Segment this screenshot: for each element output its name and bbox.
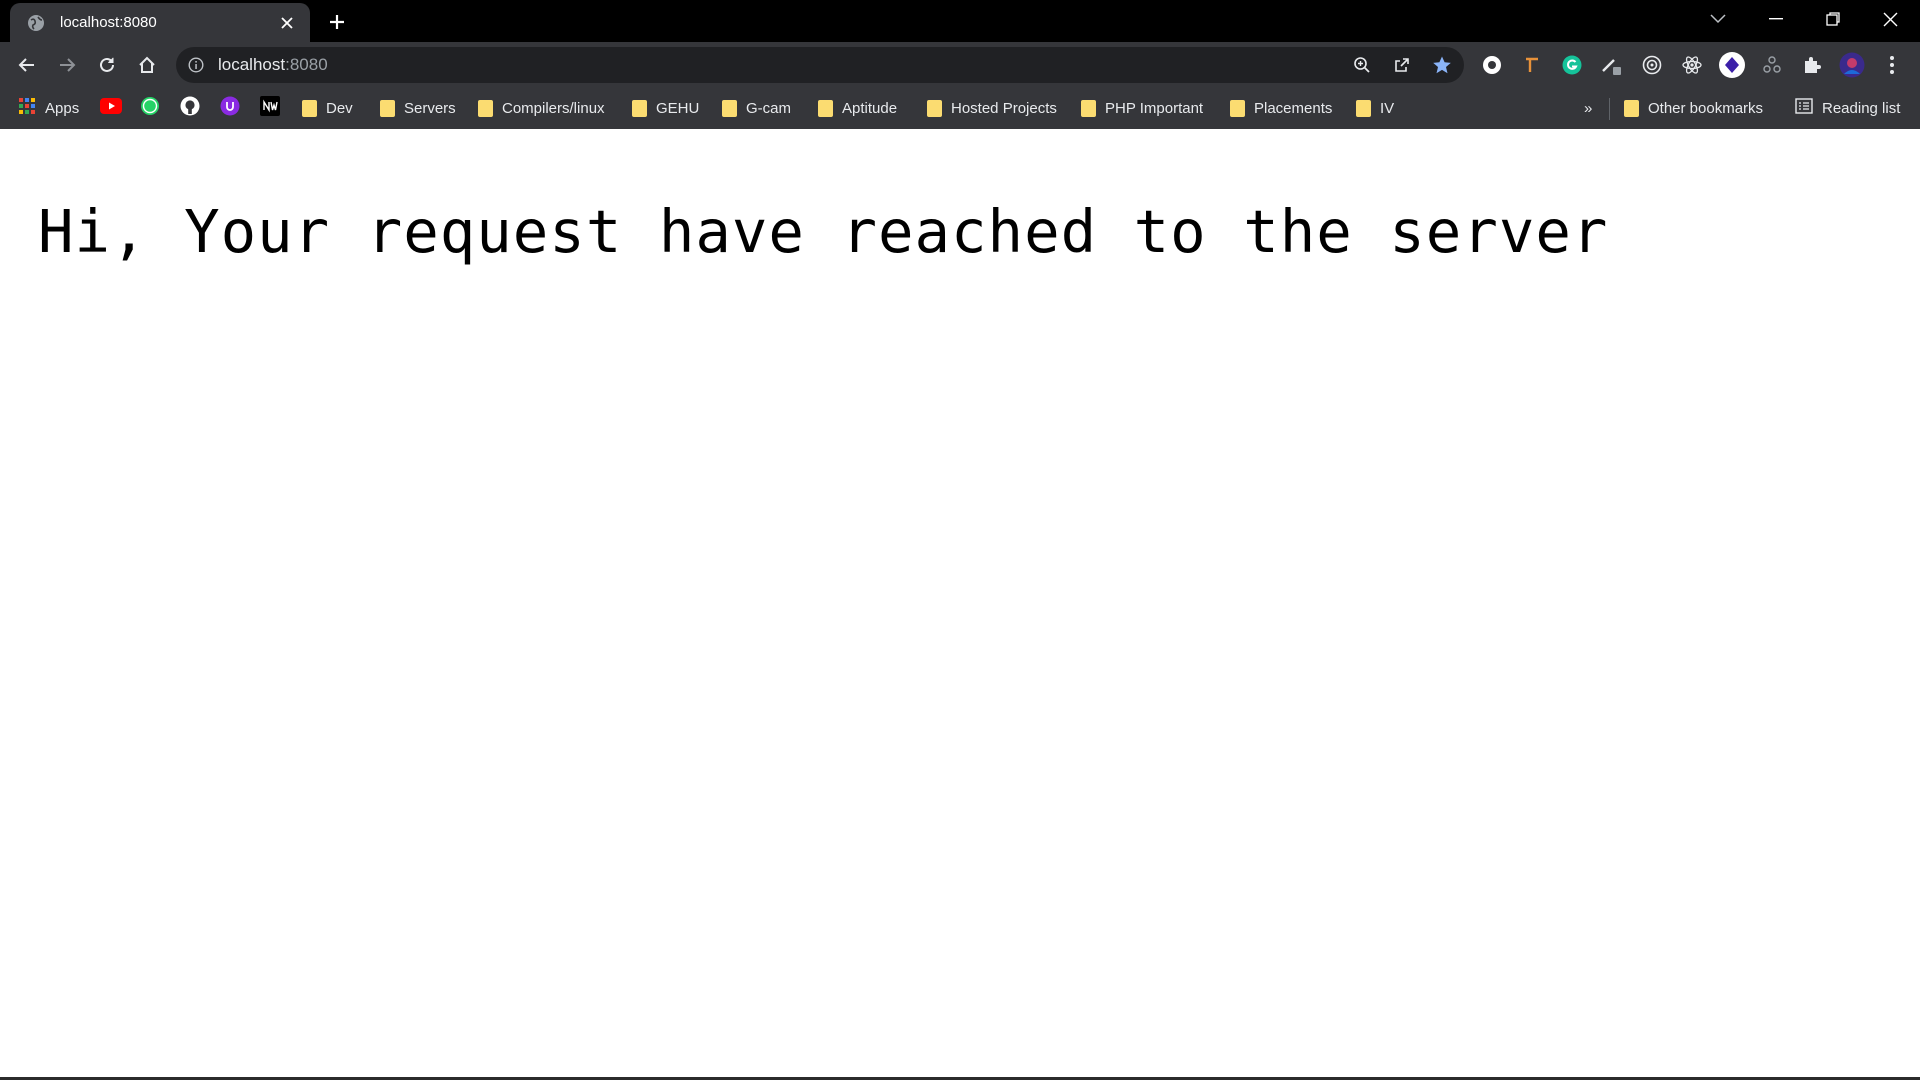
reading-list-label: Reading list xyxy=(1822,99,1901,117)
minimize-icon[interactable] xyxy=(1748,0,1804,38)
server-response-message: Hi, Your request have reached to the ser… xyxy=(38,197,1609,266)
new-tab-button[interactable] xyxy=(320,8,354,36)
bookmark-folder-label: Servers xyxy=(404,99,456,117)
extension-tag-icon[interactable] xyxy=(1518,51,1546,79)
github-icon xyxy=(180,96,200,121)
menu-kebab-icon[interactable] xyxy=(1878,51,1906,79)
url-port: :8080 xyxy=(285,55,328,74)
folder-icon xyxy=(380,99,395,117)
bookmarks-divider xyxy=(1609,98,1610,120)
bookmark-apps-label: Apps xyxy=(45,99,80,117)
bookmark-folder-label: G-cam xyxy=(746,99,791,117)
grammarly-icon[interactable] xyxy=(1558,51,1586,79)
bookmark-folder-dev[interactable]: Dev xyxy=(302,96,353,120)
u-logo-icon xyxy=(220,96,240,121)
youtube-icon xyxy=(100,97,122,119)
folder-icon xyxy=(632,99,647,117)
folder-icon xyxy=(722,99,737,117)
browser-chrome: localhost:8080 localhost:8080 Apps Dev S… xyxy=(0,0,1920,129)
extension-circle-icon[interactable] xyxy=(1478,51,1506,79)
bookmark-whatsapp[interactable] xyxy=(140,96,160,120)
bookmark-folder-label: GEHU xyxy=(656,99,700,117)
tab-title: localhost:8080 xyxy=(60,14,157,31)
close-window-icon[interactable] xyxy=(1862,0,1918,38)
bookmark-folder-label: Hosted Projects xyxy=(951,99,1057,117)
react-devtools-icon[interactable] xyxy=(1678,51,1706,79)
restore-icon[interactable] xyxy=(1805,0,1861,38)
site-info-icon[interactable] xyxy=(186,55,206,75)
bookmarks-overflow-button[interactable]: » xyxy=(1584,96,1592,120)
bookmark-u-logo[interactable] xyxy=(220,96,240,120)
other-bookmarks-label: Other bookmarks xyxy=(1648,99,1764,117)
target-extension-icon[interactable] xyxy=(1638,51,1666,79)
toolbar: localhost:8080 xyxy=(0,42,1920,88)
forward-arrow-icon[interactable] xyxy=(51,49,83,81)
folder-icon xyxy=(1624,99,1639,117)
bookmark-hashnode[interactable] xyxy=(260,95,280,121)
whatsapp-icon xyxy=(140,96,160,121)
bookmark-folder-gehu[interactable]: GEHU xyxy=(632,96,699,120)
bookmark-folder-placements[interactable]: Placements xyxy=(1230,96,1332,120)
bookmark-youtube[interactable] xyxy=(100,96,122,120)
share-icon[interactable] xyxy=(1388,51,1416,79)
back-arrow-icon[interactable] xyxy=(11,49,43,81)
apps-grid-icon xyxy=(18,97,36,120)
folder-icon xyxy=(1356,99,1371,117)
reload-icon[interactable] xyxy=(91,49,123,81)
bookmark-folder-label: IV xyxy=(1380,99,1395,117)
reading-list-icon xyxy=(1795,97,1813,119)
bookmark-folder-label: Placements xyxy=(1254,99,1333,117)
bookmark-github[interactable] xyxy=(180,96,200,120)
extension-nodes-icon[interactable] xyxy=(1758,51,1786,79)
tab-search-chevron-icon[interactable] xyxy=(1690,0,1746,38)
folder-icon xyxy=(302,99,317,117)
folder-icon xyxy=(927,99,942,117)
pen-extension-icon[interactable] xyxy=(1598,51,1626,79)
folder-icon xyxy=(818,99,833,117)
home-icon[interactable] xyxy=(131,49,163,81)
bookmark-apps[interactable]: Apps xyxy=(18,96,79,120)
overflow-chevron-icon: » xyxy=(1584,99,1593,117)
url-host: localhost xyxy=(218,55,286,74)
extension-diamond-icon[interactable] xyxy=(1718,51,1746,79)
nw-logo-icon xyxy=(260,95,280,121)
bookmark-folder-label: PHP Important xyxy=(1105,99,1204,117)
tab-strip: localhost:8080 xyxy=(0,0,1920,42)
address-bar[interactable]: localhost:8080 xyxy=(176,47,1464,83)
globe-icon xyxy=(26,13,46,33)
url-text: localhost:8080 xyxy=(218,55,328,75)
extensions-puzzle-icon[interactable] xyxy=(1798,51,1826,79)
bookmark-folder-other[interactable]: Other bookmarks xyxy=(1624,96,1763,120)
zoom-icon[interactable] xyxy=(1348,51,1376,79)
folder-icon xyxy=(1081,99,1096,117)
bookmarks-bar: Apps Dev Servers Compilers/linux GEHU G-… xyxy=(0,88,1920,129)
bookmark-folder-label: Compilers/linux xyxy=(502,99,605,117)
tab-close-icon[interactable] xyxy=(276,12,298,34)
tab-localhost[interactable]: localhost:8080 xyxy=(10,3,310,42)
folder-icon xyxy=(478,99,493,117)
folder-icon xyxy=(1230,99,1245,117)
reading-list-button[interactable]: Reading list xyxy=(1795,96,1900,120)
bookmark-folder-servers[interactable]: Servers xyxy=(380,96,456,120)
bookmark-star-icon[interactable] xyxy=(1428,51,1456,79)
bookmark-folder-php-important[interactable]: PHP Important xyxy=(1081,96,1203,120)
profile-avatar-icon[interactable] xyxy=(1838,51,1866,79)
bookmark-folder-aptitude[interactable]: Aptitude xyxy=(818,96,897,120)
bookmark-folder-hosted-projects[interactable]: Hosted Projects xyxy=(927,96,1057,120)
bookmark-folder-label: Dev xyxy=(326,99,353,117)
bookmark-folder-gcam[interactable]: G-cam xyxy=(722,96,791,120)
page-content: Hi, Your request have reached to the ser… xyxy=(0,129,1920,1080)
bookmark-folder-label: Aptitude xyxy=(842,99,898,117)
bookmark-folder-iv[interactable]: IV xyxy=(1356,96,1394,120)
bookmark-folder-compilers[interactable]: Compilers/linux xyxy=(478,96,605,120)
